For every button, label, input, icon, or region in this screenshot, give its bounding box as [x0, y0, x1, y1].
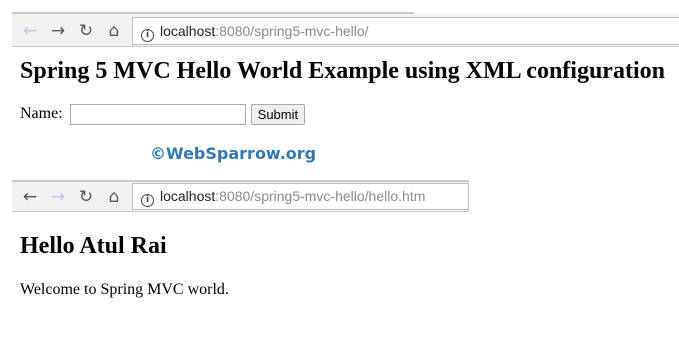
home-icon[interactable]: ⌂ — [102, 20, 126, 42]
address-bar-1[interactable]: i localhost:8080/spring5-mvc-hello/ — [132, 17, 679, 45]
browser-toolbar-2: ← → ↻ ⌂ i localhost:8080/spring5-mvc-hell… — [12, 180, 469, 212]
watermark-text: ©WebSparrow.org — [150, 144, 317, 163]
url-host: localhost — [160, 188, 216, 204]
forward-arrow-icon[interactable]: → — [46, 186, 70, 208]
hello-heading: Hello Atul Rai — [20, 233, 167, 259]
forward-arrow-icon[interactable]: → — [46, 20, 70, 42]
url-host: localhost — [160, 23, 216, 39]
url-path: :8080/spring5-mvc-hello/ — [215, 23, 369, 39]
back-arrow-icon[interactable]: ← — [18, 20, 42, 42]
info-icon[interactable]: i — [141, 194, 154, 207]
page-title: Spring 5 MVC Hello World Example using X… — [20, 58, 665, 84]
name-label: Name: — [20, 105, 63, 123]
url-path: :8080/spring5-mvc-hello/hello.htm — [215, 188, 426, 204]
info-icon[interactable]: i — [141, 29, 154, 42]
address-bar-2[interactable]: i localhost:8080/spring5-mvc-hello/hello.… — [132, 183, 469, 210]
browser-toolbar-1: ← → ↻ ⌂ i localhost:8080/spring5-mvc-hell… — [12, 12, 679, 47]
reload-icon[interactable]: ↻ — [74, 20, 98, 42]
welcome-message: Welcome to Spring MVC world. — [20, 281, 229, 298]
name-form: Name: Submit — [20, 104, 306, 125]
submit-button[interactable]: Submit — [250, 104, 306, 125]
reload-icon[interactable]: ↻ — [74, 186, 98, 208]
home-icon[interactable]: ⌂ — [102, 186, 126, 208]
name-input[interactable] — [69, 104, 246, 125]
back-arrow-icon[interactable]: ← — [18, 186, 42, 208]
